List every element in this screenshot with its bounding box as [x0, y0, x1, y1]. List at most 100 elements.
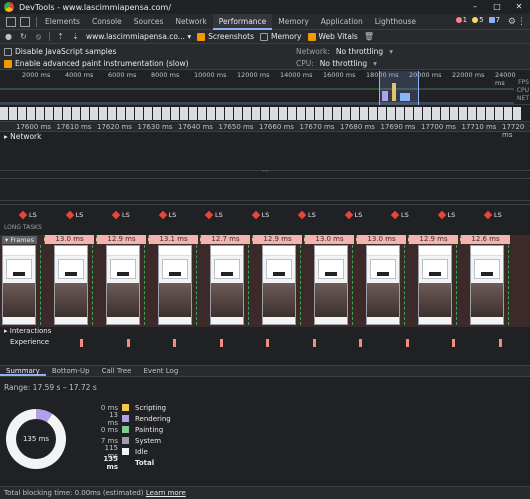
frame-duration-bar[interactable]: 13.0 ms: [44, 235, 94, 244]
tab-application[interactable]: Application: [315, 14, 369, 30]
tab-elements[interactable]: Elements: [39, 14, 86, 30]
frame-screenshot[interactable]: [210, 245, 244, 325]
frame-screenshot[interactable]: [54, 245, 88, 325]
layout-shift-marker[interactable]: LS: [18, 210, 37, 220]
frame-screenshot[interactable]: [366, 245, 400, 325]
layout-shift-experience-mark[interactable]: [266, 339, 269, 347]
clear-icon[interactable]: ⦸: [34, 32, 43, 41]
screenshot-thumbnail[interactable]: [279, 107, 287, 120]
screenshot-thumbnail[interactable]: [144, 107, 152, 120]
layout-shift-experience-mark[interactable]: [405, 339, 409, 347]
layout-shift-marker[interactable]: LS: [297, 210, 316, 220]
screenshot-thumbnail[interactable]: [180, 107, 188, 120]
close-button[interactable]: ✕: [508, 0, 530, 14]
record-icon[interactable]: ●: [4, 32, 13, 41]
screenshot-thumbnail[interactable]: [306, 107, 314, 120]
learn-more-link[interactable]: Learn more: [146, 489, 186, 497]
frames-track-header[interactable]: ▾ Frames: [2, 236, 37, 244]
screenshot-thumbnail[interactable]: [207, 107, 215, 120]
screenshot-thumbnail[interactable]: [117, 107, 125, 120]
frames-track[interactable]: ▾ Frames 13.0 ms 12.9 ms 13.1 ms 12.7 ms 12.…: [0, 235, 530, 327]
layout-shift-marker[interactable]: LS: [437, 210, 455, 220]
screenshot-thumbnail[interactable]: [513, 107, 521, 120]
screenshot-thumbnail[interactable]: [405, 107, 413, 120]
frame-screenshot[interactable]: [158, 245, 192, 325]
layout-shift-marker[interactable]: LS: [390, 210, 409, 220]
screenshot-thumbnail[interactable]: [342, 107, 350, 120]
screenshot-thumbnail[interactable]: [90, 107, 98, 120]
screenshot-thumbnail[interactable]: [252, 107, 260, 120]
screenshot-thumbnail[interactable]: [72, 107, 80, 120]
screenshot-thumbnail[interactable]: [243, 107, 251, 120]
interactions-track-header[interactable]: ▸ Interactions: [4, 327, 51, 335]
frame-screenshot[interactable]: [418, 245, 452, 325]
timeline-overview[interactable]: 2000 ms 4000 ms 6000 ms 8000 ms 10000 ms 1200…: [0, 71, 530, 105]
screenshot-thumbnail[interactable]: [0, 107, 8, 120]
web-vitals-checkbox[interactable]: Web Vitals: [307, 32, 358, 41]
screenshot-thumbnail[interactable]: [450, 107, 458, 120]
details-tab-event-log[interactable]: Event Log: [138, 366, 185, 376]
screenshot-thumbnail[interactable]: [495, 107, 503, 120]
screenshot-thumbnail[interactable]: [324, 107, 332, 120]
screenshot-thumbnail[interactable]: [369, 107, 377, 120]
issue-counters[interactable]: 1 5 7: [455, 16, 500, 24]
screenshot-thumbnail[interactable]: [234, 107, 242, 120]
inspect-element-icon[interactable]: [6, 16, 16, 27]
info-counter[interactable]: 7: [488, 16, 500, 24]
details-tab-call-tree[interactable]: Call Tree: [96, 366, 138, 376]
screenshot-thumbnail[interactable]: [162, 107, 170, 120]
profile-select[interactable]: www.lascimmiapensa.co... ▾: [86, 32, 191, 41]
screenshot-thumbnail[interactable]: [18, 107, 26, 120]
screenshot-thumbnail[interactable]: [153, 107, 161, 120]
minimize-button[interactable]: –: [464, 0, 486, 14]
screenshot-thumbnail[interactable]: [297, 107, 305, 120]
screenshot-thumbnail[interactable]: [135, 107, 143, 120]
screenshot-thumbnail[interactable]: [468, 107, 476, 120]
layout-shift-marker[interactable]: LS: [204, 210, 223, 220]
screenshot-thumbnail[interactable]: [9, 107, 17, 120]
screenshot-thumbnail[interactable]: [225, 107, 233, 120]
screenshot-thumbnail[interactable]: [360, 107, 368, 120]
frame-duration-bar[interactable]: 12.7 ms: [200, 235, 250, 244]
screenshot-thumbnail[interactable]: [126, 107, 134, 120]
overview-selection-window[interactable]: [379, 71, 419, 105]
tab-performance[interactable]: Performance: [212, 13, 273, 30]
enable-paint-instrumentation-checkbox[interactable]: Enable advanced paint instrumentation (s…: [4, 59, 189, 68]
screenshot-thumbnail[interactable]: [486, 107, 494, 120]
screenshot-thumbnail[interactable]: [441, 107, 449, 120]
layout-shift-experience-mark[interactable]: [173, 339, 176, 347]
screenshot-thumbnail[interactable]: [459, 107, 467, 120]
screenshot-thumbnail[interactable]: [36, 107, 44, 120]
screenshot-thumbnail[interactable]: [414, 107, 422, 120]
tab-network[interactable]: Network: [169, 14, 212, 30]
screenshot-thumbnail[interactable]: [387, 107, 395, 120]
details-tab-bottom-up[interactable]: Bottom-Up: [46, 366, 96, 376]
layout-shift-experience-mark[interactable]: [80, 339, 83, 347]
screenshot-thumbnail[interactable]: [270, 107, 278, 120]
frame-screenshot[interactable]: [314, 245, 348, 325]
screenshot-thumbnail[interactable]: [504, 107, 512, 120]
screenshot-thumbnail[interactable]: [99, 107, 107, 120]
screenshot-thumbnail[interactable]: [81, 107, 89, 120]
screenshot-thumbnail[interactable]: [315, 107, 323, 120]
screenshot-thumbnail[interactable]: [351, 107, 359, 120]
screenshot-thumbnail[interactable]: [378, 107, 386, 120]
screenshot-thumbnail[interactable]: [108, 107, 116, 120]
screenshot-thumbnail[interactable]: [423, 107, 431, 120]
frame-screenshot[interactable]: [106, 245, 140, 325]
screenshot-thumbnail[interactable]: [189, 107, 197, 120]
screenshots-checkbox[interactable]: Screenshots: [197, 32, 254, 41]
error-counter[interactable]: 1: [455, 16, 467, 24]
details-tab-summary[interactable]: Summary: [0, 366, 46, 376]
tab-console[interactable]: Console: [86, 14, 128, 30]
frame-screenshot[interactable]: [2, 245, 36, 325]
layout-shift-marker[interactable]: LS: [483, 210, 502, 220]
frame-screenshot[interactable]: [470, 245, 504, 325]
collect-garbage-icon[interactable]: 🗑: [364, 32, 374, 41]
resize-handle[interactable]: ⋯: [262, 167, 269, 175]
frame-screenshot[interactable]: [262, 245, 296, 325]
layout-shift-marker[interactable]: LS: [251, 210, 269, 220]
layout-shift-experience-mark[interactable]: [452, 339, 455, 347]
more-options-icon[interactable]: ⋮: [517, 17, 526, 27]
screenshot-thumbnail[interactable]: [261, 107, 269, 120]
